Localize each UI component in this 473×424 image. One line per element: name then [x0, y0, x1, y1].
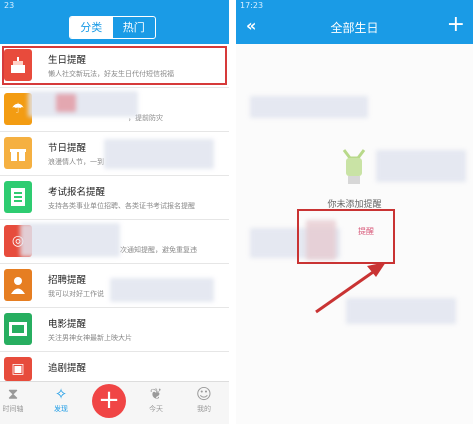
list-item-movie[interactable]: 电影提醒 关注男神女神最新上映大片: [0, 308, 229, 352]
list-item-title: 考试报名提醒: [48, 187, 106, 198]
nav-discover[interactable]: ✧ 发现: [39, 384, 83, 414]
blurred-area: [56, 94, 76, 112]
tab-popular[interactable]: 热门: [113, 17, 156, 38]
nav-label: 时间轴: [2, 405, 24, 413]
bottom-nav: ⧗ 时间轴 ✧ 发现 + ❦ 今天 ☺ 我的: [0, 381, 229, 424]
nav-label: 我的: [197, 405, 211, 413]
person-icon: [4, 269, 32, 301]
user-icon: ☺: [196, 385, 212, 403]
highlight-box: [2, 46, 227, 85]
header-bar: 分类 热门: [0, 11, 229, 44]
blurred-area: [20, 223, 120, 257]
list-item-title: 节日提醒: [48, 143, 87, 154]
list-item-subtitle: 我可以对好工作说: [48, 290, 104, 298]
list-item-title: 招聘提醒: [48, 275, 87, 286]
gift-icon: [4, 137, 32, 169]
nav-timeline[interactable]: ⧗ 时间轴: [0, 384, 35, 414]
nav-label: 今天: [149, 405, 163, 413]
tab-category[interactable]: 分类: [70, 17, 113, 38]
nav-label: 发现: [54, 405, 68, 413]
right-screen: 17:23 « 全部生日 + 你未添加提醒 提醒: [236, 0, 473, 424]
list-item-subtitle: 关注男神女神最新上映大片: [48, 334, 132, 342]
list-item-subtitle: 次通知提醒，避免重复违: [120, 246, 197, 254]
tv-icon: ▣: [4, 357, 32, 381]
tab-switch: 分类 热门: [69, 16, 156, 39]
nav-mine[interactable]: ☺ 我的: [182, 384, 226, 414]
left-screen: 23 分类 热门 生日提醒 懒人社交新玩法，好友生日代付短信祝福 ☂ ，提前防灾…: [0, 0, 229, 424]
lightbulb-icon: ✧: [54, 385, 68, 403]
film-icon: [4, 313, 32, 345]
list-item-exam[interactable]: 考试报名提醒 支持各类事业单位招聘、各类证书考试报名提醒: [0, 176, 229, 220]
arrow-icon: [315, 262, 386, 314]
list-item-tvshow[interactable]: ▣ 追剧提醒: [0, 352, 229, 383]
status-bar: 23: [0, 0, 229, 11]
list-item-title: 追剧提醒: [48, 363, 87, 374]
document-icon: [4, 181, 32, 213]
list-item-subtitle: 支持各类事业单位招聘、各类证书考试报名提醒: [48, 202, 195, 210]
leaf-icon: ❦: [149, 385, 163, 403]
status-time: 23: [4, 1, 15, 10]
blurred-area: [104, 139, 214, 169]
blurred-area: [28, 91, 138, 117]
list-item-title: 电影提醒: [48, 319, 87, 330]
add-button[interactable]: +: [92, 384, 126, 418]
nav-today[interactable]: ❦ 今天: [134, 384, 178, 414]
list-item-subtitle: 浪漫情人节，一到: [48, 158, 104, 166]
blurred-area: [346, 298, 456, 324]
hourglass-icon: ⧗: [7, 385, 19, 403]
divider: [229, 0, 236, 424]
blurred-area: [110, 278, 214, 302]
